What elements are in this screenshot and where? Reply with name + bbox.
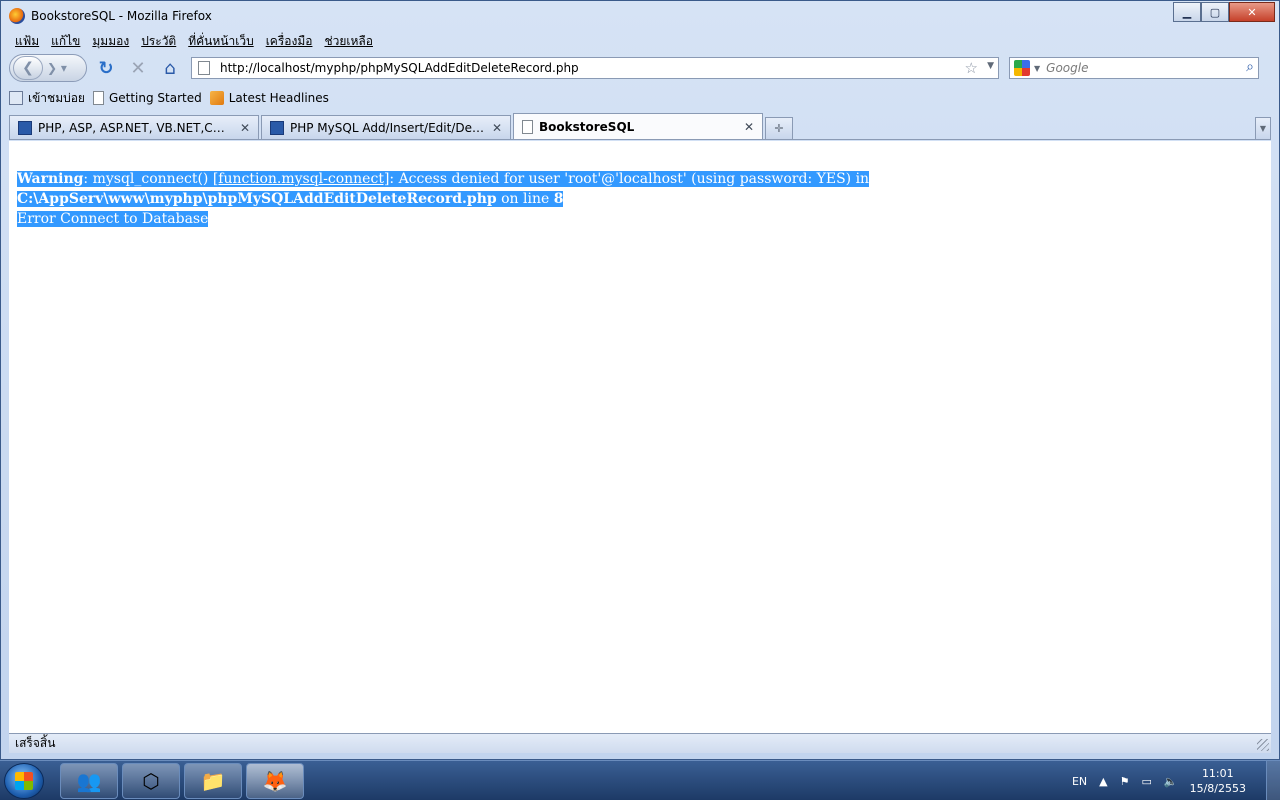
url-bar[interactable]: http://localhost/myphp/phpMySQLAddEditDe… <box>191 57 999 79</box>
clock-date: 15/8/2553 <box>1189 782 1246 795</box>
window-title: BookstoreSQL - Mozilla Firefox <box>31 9 212 23</box>
cube-icon: ⬡ <box>142 769 160 793</box>
tab-label: PHP, ASP, ASP.NET, VB.NET,C# Fre... <box>38 120 234 135</box>
tab-php-asp[interactable]: PHP, ASP, ASP.NET, VB.NET,C# Fre... ✕ <box>9 115 259 139</box>
taskbar-messenger[interactable]: 👥 <box>60 763 118 799</box>
minimize-button[interactable]: ▁ <box>1173 2 1201 22</box>
tab-close-icon[interactable]: ✕ <box>744 120 754 134</box>
taskbar-explorer[interactable]: 📁 <box>184 763 242 799</box>
menu-bookmarks[interactable]: ที่คั่นหน้าเว็บ <box>182 32 259 51</box>
reload-icon: ↻ <box>98 57 114 79</box>
page-content: Warning: mysql_connect() [function.mysql… <box>9 141 1271 733</box>
plus-icon: ✛ <box>774 122 784 135</box>
system-tray: EN ▲ ⚑ ▭ 🔈 11:01 15/8/2553 <box>1072 761 1280 800</box>
function-link[interactable]: [function.mysql-connect] <box>213 171 390 187</box>
browser-window: BookstoreSQL - Mozilla Firefox ▁ ▢ ✕ แฟ้… <box>0 0 1280 760</box>
bookmark-most-visited[interactable]: เข้าชมบ่อย <box>9 89 85 108</box>
menu-tools[interactable]: เครื่องมือ <box>260 32 319 51</box>
home-button[interactable]: ⌂ <box>157 55 183 81</box>
site-favicon-icon <box>18 120 32 135</box>
status-text: เสร็จสิ้น <box>15 736 56 750</box>
messenger-icon: 👥 <box>76 769 102 793</box>
tab-close-icon[interactable]: ✕ <box>240 121 250 135</box>
maximize-button[interactable]: ▢ <box>1201 2 1229 22</box>
status-bar: เสร็จสิ้น <box>9 733 1271 753</box>
bookmark-label: Getting Started <box>108 91 202 105</box>
chevron-down-icon: ▼ <box>1259 124 1267 133</box>
warning-message: Warning: mysql_connect() [function.mysql… <box>17 171 870 207</box>
error-message: Error Connect to Database <box>17 211 209 227</box>
close-button[interactable]: ✕ <box>1229 2 1275 22</box>
taskbar: 👥 ⬡ 📁 🦊 EN ▲ ⚑ ▭ 🔈 11:01 15/8/2553 <box>0 760 1280 800</box>
menu-view[interactable]: มุมมอง <box>86 32 135 51</box>
bookmarks-toolbar: เข้าชมบ่อย Getting Started Latest Headli… <box>9 87 329 109</box>
warning-label: Warning <box>17 171 84 187</box>
warning-text: on line <box>496 191 554 207</box>
tab-bar: PHP, ASP, ASP.NET, VB.NET,C# Fre... ✕ PH… <box>9 113 1271 140</box>
search-engine-dropdown-icon[interactable]: ▼ <box>1034 64 1040 73</box>
url-text[interactable]: http://localhost/myphp/phpMySQLAddEditDe… <box>220 61 579 75</box>
page-icon <box>198 61 210 75</box>
warning-text: : Access denied for user 'root'@'localho… <box>389 171 870 187</box>
menu-history[interactable]: ประวัติ <box>135 32 182 51</box>
reload-button[interactable]: ↻ <box>93 55 119 81</box>
resize-grip-icon[interactable] <box>1257 739 1269 751</box>
bookmark-star-icon[interactable]: ☆ <box>965 59 978 77</box>
language-indicator[interactable]: EN <box>1072 775 1087 788</box>
back-forward-group: ❮ ❯ ▾ <box>9 54 87 82</box>
bookmark-latest-headlines[interactable]: Latest Headlines <box>209 91 329 105</box>
menu-file[interactable]: แฟ้ม <box>9 32 45 51</box>
show-hidden-icons-icon[interactable]: ▲ <box>1099 775 1107 788</box>
bookmark-label: Latest Headlines <box>228 91 329 105</box>
tab-label: BookstoreSQL <box>539 119 635 134</box>
tab-list-button[interactable]: ▼ <box>1255 117 1271 139</box>
warning-text: : mysql_connect() <box>83 171 213 187</box>
home-icon: ⌂ <box>164 57 176 79</box>
navigation-toolbar: ❮ ❯ ▾ ↻ ✕ ⌂ http://localhost/myphp/phpMy… <box>9 53 1271 83</box>
back-arrow-icon: ❮ <box>22 60 34 76</box>
site-favicon-icon <box>270 120 284 135</box>
search-bar[interactable]: ▼ Google ⌕ <box>1009 57 1259 79</box>
url-dropdown-icon[interactable]: ▼ <box>987 61 994 71</box>
taskbar-virtualbox[interactable]: ⬡ <box>122 763 180 799</box>
title-bar[interactable]: BookstoreSQL - Mozilla Firefox ▁ ▢ ✕ <box>1 1 1279 31</box>
window-controls: ▁ ▢ ✕ <box>1173 2 1275 22</box>
menu-bar: แฟ้ม แก้ไข มุมมอง ประวัติ ที่คั่นหน้าเว็… <box>9 31 379 51</box>
stop-button[interactable]: ✕ <box>125 55 151 81</box>
forward-button[interactable]: ❯ ▾ <box>47 61 67 75</box>
firefox-logo-icon <box>9 8 25 24</box>
windows-logo-icon <box>15 772 33 790</box>
tab-close-icon[interactable]: ✕ <box>492 121 502 135</box>
google-icon[interactable] <box>1014 60 1030 76</box>
back-button[interactable]: ❮ <box>13 56 43 80</box>
clock[interactable]: 11:01 15/8/2553 <box>1190 766 1246 796</box>
menu-edit[interactable]: แก้ไข <box>45 32 86 51</box>
network-icon[interactable]: ▭ <box>1141 775 1151 788</box>
start-button[interactable] <box>4 763 44 799</box>
blank-page-icon <box>522 119 533 134</box>
most-visited-icon <box>9 91 23 105</box>
bookmark-getting-started[interactable]: Getting Started <box>92 91 202 105</box>
stop-icon: ✕ <box>130 57 146 79</box>
rss-icon <box>209 91 224 105</box>
line-number: 8 <box>553 191 564 207</box>
search-icon[interactable]: ⌕ <box>1246 59 1254 75</box>
page-icon <box>92 91 104 105</box>
tab-bookstoresql[interactable]: BookstoreSQL ✕ <box>513 113 763 139</box>
taskbar-firefox[interactable]: 🦊 <box>246 763 304 799</box>
menu-help[interactable]: ช่วยเหลือ <box>318 32 379 51</box>
tab-php-mysql[interactable]: PHP MySQL Add/Insert/Edit/Delete ... ✕ <box>261 115 511 139</box>
volume-icon[interactable]: 🔈 <box>1164 775 1178 788</box>
tab-label: PHP MySQL Add/Insert/Edit/Delete ... <box>290 120 486 135</box>
bookmark-label: เข้าชมบ่อย <box>28 90 85 105</box>
clock-time: 11:01 <box>1201 767 1234 780</box>
file-path: C:\AppServ\www\myphp\phpMySQLAddEditDele… <box>17 191 497 207</box>
new-tab-button[interactable]: ✛ <box>765 117 793 139</box>
action-center-icon[interactable]: ⚑ <box>1120 775 1130 788</box>
folder-icon: 📁 <box>200 769 226 793</box>
firefox-icon: 🦊 <box>262 769 288 793</box>
show-desktop-button[interactable] <box>1266 761 1280 800</box>
search-input[interactable]: Google <box>1046 61 1088 75</box>
